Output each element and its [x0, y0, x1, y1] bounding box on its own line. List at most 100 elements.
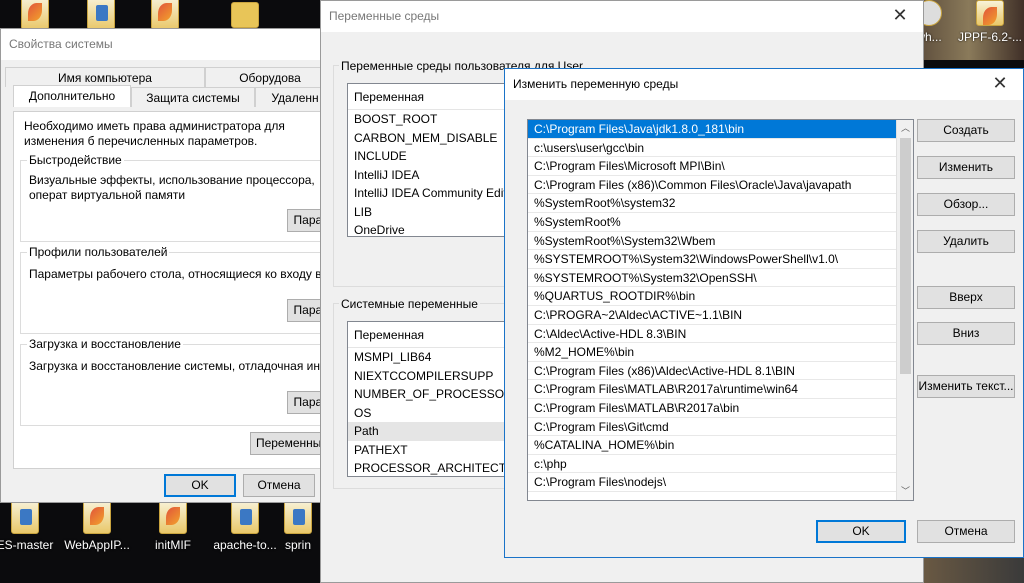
list-item[interactable]: PATHEXT	[348, 441, 506, 460]
scrollbar-thumb[interactable]	[900, 138, 911, 374]
desktop-icon-label: WebAppIP...	[64, 538, 130, 552]
desktop-icon[interactable]: ES-master	[0, 500, 60, 552]
desktop-icon[interactable]: apache-to...	[210, 500, 280, 552]
desktop-icon-label: ES-master	[0, 538, 54, 552]
startup-recovery-group: Загрузка и восстановление Загрузка и вос…	[20, 337, 340, 426]
desktop-icon-label: sprin	[284, 538, 311, 552]
window-titlebar[interactable]: Свойства системы	[1, 29, 331, 60]
column-header-variable[interactable]: Переменная	[348, 322, 506, 348]
tab-system-protection[interactable]: Защита системы	[131, 87, 255, 107]
file-icon	[87, 0, 115, 30]
list-item[interactable]: PROCESSOR_ARCHITECTURE	[348, 459, 506, 476]
close-icon[interactable]: ✕	[877, 1, 923, 32]
path-entry[interactable]: %QUARTUS_ROOTDIR%\bin	[528, 287, 913, 306]
path-entry[interactable]: %CATALINA_HOME%\bin	[528, 436, 913, 455]
tab-computer-name[interactable]: Имя компьютера	[5, 67, 205, 87]
list-item[interactable]: BOOST_ROOT	[348, 110, 506, 129]
list-item[interactable]: CARBON_MEM_DISABLE	[348, 129, 506, 148]
path-entry[interactable]: c:\users\user\gcc\bin	[528, 139, 913, 158]
tab-hardware[interactable]: Оборудова	[205, 67, 335, 87]
desktop-icon[interactable]: sprin	[276, 500, 320, 552]
column-header-variable[interactable]: Переменная	[348, 84, 506, 110]
edit-env-var-dialog: Изменить переменную среды ✕ C:\Program F…	[504, 68, 1024, 558]
desktop-icon-label: JPPF-6.2-...	[957, 30, 1022, 44]
browse-button[interactable]: Обзор...	[917, 193, 1015, 216]
window-title: Переменные среды	[329, 9, 440, 23]
move-up-button[interactable]: Вверх	[917, 286, 1015, 309]
path-entry[interactable]: C:\Program Files\Microsoft MPI\Bin\	[528, 157, 913, 176]
scroll-down-arrow-icon[interactable]: ﹀	[897, 483, 913, 500]
list-item[interactable]: LIB	[348, 203, 506, 222]
path-list[interactable]: C:\Program Files\Java\jdk1.8.0_181\bin c:…	[527, 119, 914, 501]
list-item[interactable]: MSMPI_LIB64	[348, 348, 506, 367]
path-entry[interactable]: C:\Program Files (x86)\Aldec\Active-HDL …	[528, 362, 913, 381]
delete-button[interactable]: Удалить	[917, 230, 1015, 253]
user-profiles-group: Профили пользователей Параметры рабочего…	[20, 245, 340, 334]
tab-label: Дополнительно	[28, 89, 116, 103]
list-item[interactable]: OneDrive	[348, 221, 506, 236]
system-vars-list[interactable]: Переменная MSMPI_LIB64 NIEXTCCOMPILERSUP…	[347, 321, 507, 477]
file-icon	[159, 500, 187, 534]
file-icon	[284, 500, 312, 534]
path-entry[interactable]: %SystemRoot%\System32\Wbem	[528, 232, 913, 251]
file-icon	[11, 500, 39, 534]
group-title: Профили пользователей	[27, 245, 170, 259]
user-vars-list[interactable]: Переменная BOOST_ROOT CARBON_MEM_DISABLE…	[347, 83, 507, 237]
list-item[interactable]: OS	[348, 404, 506, 423]
path-entry[interactable]: C:\Program Files\MATLAB\R2017a\runtime\w…	[528, 380, 913, 399]
file-icon	[83, 500, 111, 534]
list-item[interactable]: NIEXTCCOMPILERSUPP	[348, 367, 506, 386]
path-entry[interactable]: C:\Aldec\Active-HDL 8.3\BIN	[528, 325, 913, 344]
file-icon	[151, 0, 179, 30]
admin-notice: Необходимо иметь права администратора дл…	[24, 119, 285, 148]
window-titlebar[interactable]: Изменить переменную среды ✕	[505, 69, 1023, 100]
tab-label: Имя компьютера	[58, 71, 152, 85]
edit-text-button[interactable]: Изменить текст...	[917, 375, 1015, 398]
list-item[interactable]: IntelliJ IDEA	[348, 166, 506, 185]
list-item[interactable]: Path	[348, 422, 506, 441]
tab-advanced[interactable]: Дополнительно	[13, 85, 131, 107]
list-item[interactable]: NUMBER_OF_PROCESSORS	[348, 385, 506, 404]
close-icon[interactable]: ✕	[977, 69, 1023, 100]
path-entry[interactable]: C:\Program Files\MATLAB\R2017a\bin	[528, 399, 913, 418]
folder-icon	[231, 2, 259, 28]
path-entry[interactable]: %SystemRoot%\system32	[528, 194, 913, 213]
file-icon	[231, 500, 259, 534]
path-entry[interactable]: %SystemRoot%	[528, 213, 913, 232]
desktop-icon[interactable]: WebAppIP...	[62, 500, 132, 552]
list-item[interactable]: INCLUDE	[348, 147, 506, 166]
window-title: Изменить переменную среды	[513, 77, 679, 91]
desktop-icon-label: initMIF	[155, 538, 191, 552]
ok-button[interactable]: OK	[164, 474, 236, 497]
group-description: Визуальные эффекты, использование процес…	[29, 173, 315, 202]
path-entry[interactable]: C:\Program Files\nodejs\	[528, 473, 913, 492]
desktop-icon[interactable]: initMIF	[138, 500, 208, 552]
path-entry[interactable]: %M2_HOME%\bin	[528, 343, 913, 362]
vertical-scrollbar[interactable]: ︿ ﹀	[896, 120, 913, 500]
scroll-up-arrow-icon[interactable]: ︿	[897, 120, 913, 137]
advanced-tab-panel: Необходимо иметь права администратора дл…	[13, 111, 340, 469]
list-item[interactable]: IntelliJ IDEA Community Edit...	[348, 184, 506, 203]
cancel-button[interactable]: Отмена	[243, 474, 315, 497]
group-title: Быстродействие	[27, 153, 124, 167]
performance-group: Быстродействие Визуальные эффекты, испол…	[20, 153, 340, 242]
path-entry[interactable]: C:\PROGRA~2\Aldec\ACTIVE~1.1\BIN	[528, 306, 913, 325]
cancel-button[interactable]: Отмена	[917, 520, 1015, 543]
path-entry[interactable]: c:\php	[528, 455, 913, 474]
desktop-icon-label: apache-to...	[213, 538, 277, 552]
path-entry[interactable]: %SYSTEMROOT%\System32\WindowsPowerShell\…	[528, 250, 913, 269]
edit-button[interactable]: Изменить	[917, 156, 1015, 179]
desktop-icon[interactable]: JPPF-6.2-...	[955, 0, 1024, 44]
window-titlebar[interactable]: Переменные среды ✕	[321, 1, 923, 32]
move-down-button[interactable]: Вниз	[917, 322, 1015, 345]
path-entry[interactable]: %SYSTEMROOT%\System32\OpenSSH\	[528, 269, 913, 288]
tab-label: Защита системы	[146, 91, 240, 105]
path-entry[interactable]: C:\Program Files (x86)\Common Files\Orac…	[528, 176, 913, 195]
system-properties-window: Свойства системы Имя компьютера Оборудов…	[0, 28, 340, 503]
system-vars-group-title: Системные переменные	[339, 297, 480, 311]
create-button[interactable]: Создать	[917, 119, 1015, 142]
ok-button[interactable]: OK	[816, 520, 906, 543]
file-icon	[976, 0, 1004, 26]
path-entry[interactable]: C:\Program Files\Java\jdk1.8.0_181\bin	[528, 120, 913, 139]
path-entry[interactable]: C:\Program Files\Git\cmd	[528, 418, 913, 437]
